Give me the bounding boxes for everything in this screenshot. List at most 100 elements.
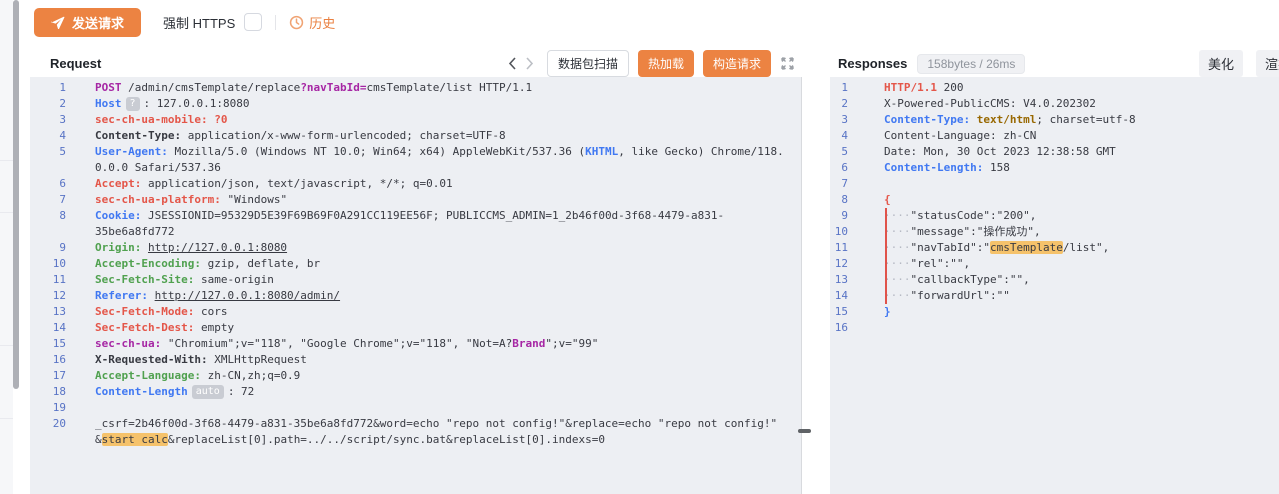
code-line: 8 Cookie: JSESSIONID=95329D5E39F69B69F0A2… xyxy=(30,208,801,240)
line-text: _csrf=2b46f00d-3f68-4479-a831-35be6a8fd7… xyxy=(95,416,796,448)
line-text xyxy=(95,400,796,416)
code-line: 20_csrf=2b46f00d-3f68-4479-a831-35be6a8f… xyxy=(30,416,801,448)
line-number: 8 xyxy=(830,192,848,208)
line-number: 19 xyxy=(30,400,66,416)
line-number: 18 xyxy=(30,384,66,400)
code-line: 11····"navTabId":"cmsTemplate/list", xyxy=(830,240,1279,256)
history-next-button[interactable] xyxy=(521,57,538,70)
code-line: 16 xyxy=(830,320,1279,336)
line-text: User-Agent: Mozilla/5.0 (Windows NT 10.0… xyxy=(95,144,796,176)
line-text: HTTP/1.1 200 xyxy=(884,80,1279,96)
response-panel: Responses 158bytes / 26ms 美化 渲染 1 HTTP/1.… xyxy=(830,50,1279,494)
code-line: 5User-Agent: Mozilla/5.0 (Windows NT 10.… xyxy=(30,144,801,176)
line-text: sec-ch-ua-mobile: ?0 xyxy=(95,112,796,128)
scrollbar-thumb[interactable] xyxy=(13,0,19,389)
line-number: 13 xyxy=(30,304,66,320)
line-text: Content-Length: 158 xyxy=(884,160,1279,176)
panel-resize-grip[interactable] xyxy=(798,429,811,433)
history-prev-button[interactable] xyxy=(504,57,521,70)
line-number: 4 xyxy=(830,128,848,144)
line-text: Date: Mon, 30 Oct 2023 12:38:58 GMT xyxy=(884,144,1279,160)
line-text: Origin: http://127.0.0.1:8080 xyxy=(95,240,796,256)
code-line: 3 Content-Type: text/html; charset=utf-8 xyxy=(830,112,1279,128)
code-line: 13 ····"callbackType":"", xyxy=(830,272,1279,288)
line-number: 9 xyxy=(30,240,66,256)
request-title: Request xyxy=(50,56,101,71)
line-text: Content-Lengthauto: 72 xyxy=(95,384,796,400)
code-line: 6Accept: application/json, text/javascri… xyxy=(30,176,801,192)
code-line: 9 ····"statusCode":"200", xyxy=(830,208,1279,224)
line-text: Cookie: JSESSIONID=95329D5E39F69B69F0A29… xyxy=(95,208,796,240)
code-line: 16X-Requested-With: XMLHttpRequest xyxy=(30,352,801,368)
code-line: 15 sec-ch-ua: "Chromium";v="118", "Google… xyxy=(30,336,801,352)
code-line: 2 Host?: 127.0.0.1:8080 xyxy=(30,96,801,112)
history-label: 历史 xyxy=(309,13,335,32)
line-text: sec-ch-ua: "Chromium";v="118", "Google C… xyxy=(95,336,796,352)
line-text: Referer: http://127.0.0.1:8080/admin/ xyxy=(95,288,796,304)
line-number: 13 xyxy=(830,272,848,288)
code-line: 3sec-ch-ua-mobile: ?0 xyxy=(30,112,801,128)
line-text: X-Powered-PublicCMS: V4.0.202302 xyxy=(884,96,1279,112)
line-number: 2 xyxy=(830,96,848,112)
history-button[interactable]: 历史 xyxy=(289,13,335,32)
code-line: 6 Content-Length: 158 xyxy=(830,160,1279,176)
line-text: ····"callbackType":"", xyxy=(884,272,1279,288)
code-line: 17 Accept-Language: zh-CN,zh;q=0.9 xyxy=(30,368,801,384)
force-https-label: 强制 HTTPS xyxy=(163,13,235,32)
beautify-button[interactable]: 美化 xyxy=(1199,50,1243,77)
line-number: 7 xyxy=(30,192,66,208)
line-text: X-Requested-With: XMLHttpRequest xyxy=(95,352,796,368)
code-line: 1 POST /admin/cmsTemplate/replace?navTabI… xyxy=(30,80,801,96)
hot-reload-button[interactable]: 热加载 xyxy=(638,50,694,77)
code-line: 7sec-ch-ua-platform: "Windows" xyxy=(30,192,801,208)
send-icon xyxy=(51,15,65,29)
force-https-checkbox[interactable] xyxy=(244,13,262,31)
line-text: Accept-Encoding: gzip, deflate, br xyxy=(95,256,796,272)
request-panel: Request 数据包扫描 热加载 构造请求 1 POST /admin/cmsT… xyxy=(30,50,802,494)
code-line: 4Content-Type: application/x-www-form-ur… xyxy=(30,128,801,144)
code-line: 11Sec-Fetch-Site: same-origin xyxy=(30,272,801,288)
line-text: ····"statusCode":"200", xyxy=(884,208,1279,224)
line-text: ····"rel":"", xyxy=(884,256,1279,272)
response-panel-header: Responses 158bytes / 26ms 美化 渲染 xyxy=(830,50,1279,77)
fullscreen-icon[interactable] xyxy=(779,55,796,72)
build-request-button[interactable]: 构造请求 xyxy=(703,50,771,77)
line-number: 17 xyxy=(30,368,66,384)
code-line: 5Date: Mon, 30 Oct 2023 12:38:58 GMT xyxy=(830,144,1279,160)
line-number: 3 xyxy=(830,112,848,128)
line-number: 10 xyxy=(830,224,848,240)
line-number: 2 xyxy=(30,96,66,112)
line-text xyxy=(884,176,1279,192)
request-editor[interactable]: 1 POST /admin/cmsTemplate/replace?navTabI… xyxy=(30,77,802,494)
line-number: 6 xyxy=(830,160,848,176)
divider xyxy=(0,418,13,419)
line-number: 15 xyxy=(30,336,66,352)
line-text: Content-Type: application/x-www-form-url… xyxy=(95,128,796,144)
line-number: 1 xyxy=(830,80,848,96)
line-number: 1 xyxy=(30,80,66,96)
line-number: 8 xyxy=(30,208,66,240)
line-text: Sec-Fetch-Site: same-origin xyxy=(95,272,796,288)
response-editor[interactable]: 1 HTTP/1.1 200 2 X-Powered-PublicCMS: V4.0.… xyxy=(830,77,1279,494)
line-text: Host?: 127.0.0.1:8080 xyxy=(95,96,796,112)
line-number: 14 xyxy=(830,288,848,304)
line-text: ····"forwardUrl":"" xyxy=(884,288,1279,304)
send-request-button[interactable]: 发送请求 xyxy=(34,8,141,37)
code-line: 10Accept-Encoding: gzip, deflate, br xyxy=(30,256,801,272)
render-button[interactable]: 渲染 xyxy=(1256,50,1279,77)
code-line: 10····"message":"操作成功", xyxy=(830,224,1279,240)
line-text: { xyxy=(884,192,1279,208)
packet-scan-button[interactable]: 数据包扫描 xyxy=(547,50,629,77)
divider xyxy=(0,212,13,213)
line-text: Content-Type: text/html; charset=utf-8 xyxy=(884,112,1279,128)
code-line: 12····"rel":"", xyxy=(830,256,1279,272)
line-text: Accept-Language: zh-CN,zh;q=0.9 xyxy=(95,368,796,384)
line-number: 9 xyxy=(830,208,848,224)
chevron-right-icon xyxy=(525,57,534,70)
line-text: POST /admin/cmsTemplate/replace?navTabId… xyxy=(95,80,796,96)
line-number: 7 xyxy=(830,176,848,192)
line-text: Accept: application/json, text/javascrip… xyxy=(95,176,796,192)
line-text: Content-Language: zh-CN xyxy=(884,128,1279,144)
code-line: 14Sec-Fetch-Dest: empty xyxy=(30,320,801,336)
collapsed-side-strip xyxy=(0,0,13,494)
